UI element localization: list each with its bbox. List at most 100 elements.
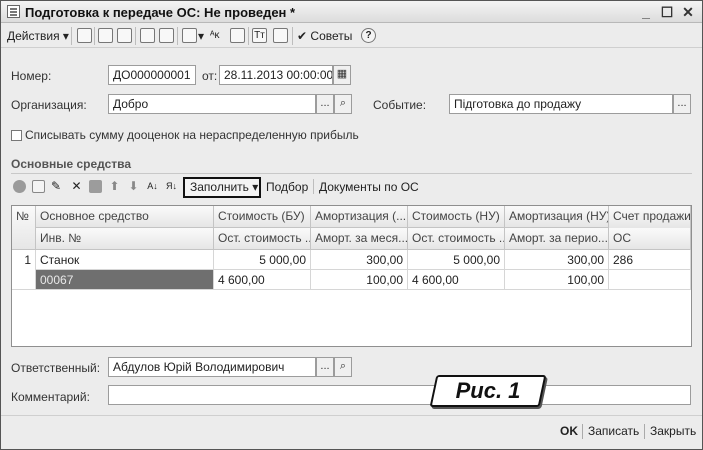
toolbar-separator — [71, 27, 72, 45]
report-icon[interactable] — [230, 28, 245, 43]
title-bar: Подготовка к передаче ОС: Не проведен * … — [1, 1, 702, 23]
toolbar-separator — [313, 179, 314, 194]
column-header-sale-account[interactable]: Счет продажи — [609, 206, 691, 228]
responsible-field[interactable]: Абдулов Юрій Володимирович — [108, 357, 316, 377]
post-icon[interactable] — [117, 28, 132, 43]
fill-button[interactable]: Заполнить ▾ — [183, 177, 261, 198]
create-based-on-icon[interactable] — [182, 28, 197, 43]
section-divider — [11, 173, 692, 174]
dt-kt-icon[interactable]: ᴬᴋ — [210, 28, 225, 43]
column-header-sale-account-os[interactable]: ОС — [609, 228, 691, 250]
assets-table: № Основное средство Стоимость (БУ) Аморт… — [11, 205, 692, 347]
revaluation-checkbox-label: Списывать сумму дооценок на нераспределе… — [25, 128, 359, 142]
column-header-cost-nu[interactable]: Стоимость (НУ) — [408, 206, 505, 228]
document-icon — [7, 5, 20, 18]
responsible-label: Ответственный: — [11, 361, 101, 375]
chevron-down-icon: ▾ — [62, 29, 69, 43]
column-header-amort-nu[interactable]: Амортизация (НУ) — [505, 206, 609, 228]
column-header-asset[interactable]: Основное средство — [36, 206, 214, 228]
event-field[interactable]: Підготовка до продажу — [449, 94, 673, 114]
advice-button[interactable]: ✔ Советы — [297, 27, 352, 45]
delete-row-icon[interactable]: ✕ — [70, 180, 83, 193]
calendar-icon[interactable]: ▦ — [333, 65, 351, 85]
comment-field[interactable] — [108, 385, 691, 405]
table-cell-inv-no[interactable]: 00067 — [36, 270, 214, 290]
sort-desc-icon[interactable]: Я↓ — [165, 180, 178, 193]
date-field[interactable]: 28.11.2013 00:00:00 — [219, 65, 333, 85]
search-icon[interactable]: ⌕ — [334, 94, 352, 114]
table-cell-cost-bu[interactable]: 5 000,00 — [214, 250, 311, 270]
column-header-amort-bu[interactable]: Амортизация (... — [311, 206, 408, 228]
figure-caption-text: Рис. 1 — [455, 378, 521, 403]
post-and-close-icon[interactable] — [77, 28, 92, 43]
table-cell-empty — [12, 270, 36, 290]
close-form-button[interactable]: Закрыть — [650, 424, 696, 438]
bottom-separator — [582, 424, 583, 439]
bottom-separator — [644, 424, 645, 439]
comment-label: Комментарий: — [11, 390, 90, 404]
organization-field[interactable]: Добро — [108, 94, 316, 114]
delete-mark-icon[interactable] — [159, 28, 174, 43]
table-cell-sale-account[interactable]: 286 — [609, 250, 691, 270]
sort-asc-icon[interactable]: A↓ — [146, 180, 159, 193]
toolbar-separator — [292, 27, 293, 45]
table-cell-amort-nu[interactable]: 300,00 — [505, 250, 609, 270]
move-up-icon[interactable]: ⬆ — [108, 180, 121, 193]
help-icon[interactable]: ? — [361, 28, 376, 43]
advice-label: Советы — [310, 29, 353, 43]
column-header-number[interactable]: № — [12, 206, 36, 250]
column-header-cost-bu[interactable]: Стоимость (БУ) — [214, 206, 311, 228]
date-label: от: — [202, 69, 218, 83]
copy-document-icon[interactable] — [140, 28, 155, 43]
table-cell-residual-bu[interactable]: 4 600,00 — [214, 270, 311, 290]
pick-button[interactable]: Подбор — [266, 180, 308, 194]
responsible-select-button[interactable]: ... — [316, 357, 334, 377]
number-label: Номер: — [11, 69, 52, 83]
copy-row-icon[interactable] — [32, 180, 45, 193]
column-header-amort-period[interactable]: Аморт. за перио... — [505, 228, 609, 250]
close-button[interactable]: ✕ — [679, 3, 697, 21]
actions-menu[interactable]: Действия ▾ — [7, 27, 69, 45]
table-cell-sale-account-os[interactable] — [609, 270, 691, 290]
number-field[interactable]: ДО000000001 — [108, 65, 196, 85]
documents-by-os-button[interactable]: Документы по ОС — [319, 180, 419, 194]
column-header-amort-month[interactable]: Аморт. за меся... — [311, 228, 408, 250]
fill-label: Заполнить — [190, 180, 249, 194]
table-cell-amort-bu[interactable]: 300,00 — [311, 250, 408, 270]
actions-label: Действия — [7, 29, 60, 43]
organization-select-button[interactable]: ... — [316, 94, 334, 114]
check-icon: ✔ — [297, 29, 308, 43]
add-row-icon[interactable] — [13, 180, 26, 193]
column-header-inv-no[interactable]: Инв. № — [36, 228, 214, 250]
structure-icon[interactable] — [273, 28, 288, 43]
window-title: Подготовка к передаче ОС: Не проведен * — [25, 5, 296, 20]
ok-button[interactable]: OK — [560, 424, 578, 438]
chevron-down-icon[interactable]: ▾ — [198, 27, 204, 45]
table-cell-number[interactable]: 1 — [12, 250, 36, 270]
table-cell-asset[interactable]: Станок — [36, 250, 214, 270]
table-cell-residual-nu[interactable]: 4 600,00 — [408, 270, 505, 290]
maximize-button[interactable]: ☐ — [658, 3, 676, 21]
font-size-icon[interactable]: Tт — [252, 28, 267, 43]
figure-caption: Рис. 1 — [429, 375, 547, 407]
revaluation-checkbox[interactable] — [11, 130, 22, 141]
organization-label: Организация: — [11, 98, 87, 112]
column-header-residual-bu[interactable]: Ост. стоимость ... — [214, 228, 311, 250]
toolbar-separator — [94, 27, 95, 45]
save-icon[interactable] — [98, 28, 113, 43]
table-cell-cost-nu[interactable]: 5 000,00 — [408, 250, 505, 270]
document-window: Подготовка к передаче ОС: Не проведен * … — [0, 0, 703, 450]
column-header-residual-nu[interactable]: Ост. стоимость ... — [408, 228, 505, 250]
bottom-bar: OK Записать Закрыть — [1, 415, 702, 449]
search-icon[interactable]: ⌕ — [334, 357, 352, 377]
table-cell-amort-month[interactable]: 100,00 — [311, 270, 408, 290]
toolbar-separator — [177, 27, 178, 45]
event-select-button[interactable]: ... — [673, 94, 691, 114]
table-cell-amort-period[interactable]: 100,00 — [505, 270, 609, 290]
edit-icon[interactable]: ✎ — [51, 180, 64, 193]
event-label: Событие: — [373, 98, 427, 112]
save-button[interactable]: Записать — [588, 424, 639, 438]
move-down-icon[interactable]: ⬇ — [127, 180, 140, 193]
minimize-button[interactable]: _ — [637, 3, 655, 21]
end-edit-icon[interactable] — [89, 180, 102, 193]
